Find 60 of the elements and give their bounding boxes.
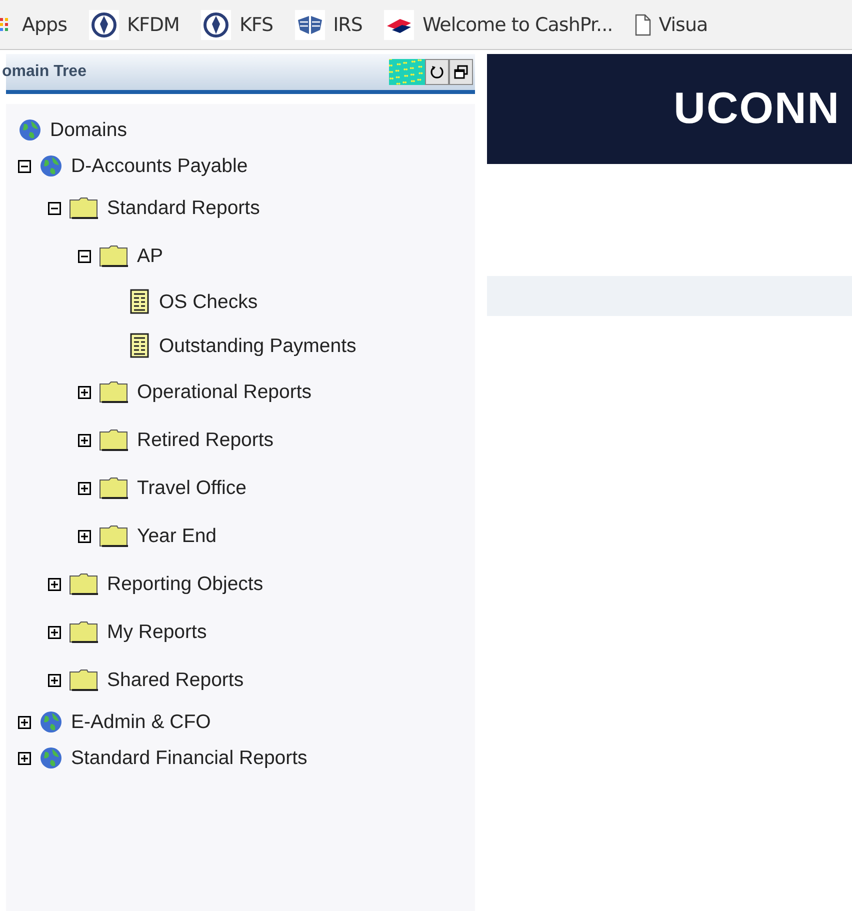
bookmark-link[interactable]: Welcome to CashPr... <box>384 10 613 40</box>
expand-icon[interactable] <box>48 626 61 638</box>
globe-icon <box>39 154 63 178</box>
tree-item[interactable]: Standard Financial Reports <box>71 746 308 770</box>
tree-item[interactable]: Travel Office <box>137 476 246 500</box>
tree-item[interactable]: Domains <box>50 118 127 142</box>
seal-icon <box>89 10 120 40</box>
expand-icon[interactable] <box>78 434 91 446</box>
bookmark-link[interactable]: Visua <box>634 14 708 36</box>
page-icon <box>634 14 651 36</box>
tree-item[interactable]: Retired Reports <box>137 428 274 452</box>
expand-icon[interactable] <box>18 752 31 764</box>
expand-icon[interactable] <box>78 386 91 398</box>
tree-item[interactable]: Operational Reports <box>137 380 312 404</box>
expand-icon[interactable] <box>78 530 91 542</box>
bookmark-link[interactable]: IRS <box>295 10 362 40</box>
expand-icon[interactable] <box>48 674 61 686</box>
report-icon <box>129 333 151 359</box>
bookmark-link[interactable]: Apps <box>0 14 68 36</box>
expand-icon[interactable] <box>48 578 61 590</box>
tree-item[interactable]: AP <box>137 244 164 268</box>
restore-icon <box>454 65 468 79</box>
tree-item[interactable]: Year End <box>137 524 217 548</box>
tree-item[interactable]: Outstanding Payments <box>159 334 356 358</box>
collapse-icon[interactable] <box>78 250 91 262</box>
restore-window-button[interactable] <box>449 59 473 85</box>
tree-item[interactable]: Standard Reports <box>107 196 260 220</box>
bookmark-link[interactable]: KFS <box>201 10 274 40</box>
globe-icon <box>39 710 63 734</box>
folder-icon <box>99 244 129 268</box>
eagle-emblem-icon <box>295 10 326 40</box>
tree-item[interactable]: Reporting Objects <box>107 572 264 596</box>
collapse-icon[interactable] <box>48 202 61 214</box>
report-icon <box>129 289 151 315</box>
collapse-icon[interactable] <box>18 160 31 172</box>
folder-icon <box>99 428 129 452</box>
folder-icon <box>99 524 129 548</box>
expand-icon[interactable] <box>18 716 31 728</box>
panel-title: omain Tree <box>2 63 86 81</box>
logo-text: UCONN <box>674 84 840 134</box>
refresh-button[interactable] <box>425 59 449 85</box>
folder-icon <box>69 620 99 644</box>
folder-icon <box>69 572 99 596</box>
tree-item[interactable]: OS Checks <box>159 290 258 314</box>
texture-icon <box>389 59 425 85</box>
folder-icon <box>99 380 129 404</box>
globe-icon <box>18 118 42 142</box>
folder-icon <box>69 196 99 220</box>
tree-item[interactable]: E-Admin & CFO <box>71 710 211 734</box>
expand-icon[interactable] <box>78 482 91 494</box>
globe-icon <box>39 746 63 770</box>
folder-icon <box>99 476 129 500</box>
refresh-icon <box>430 65 444 79</box>
tree-item[interactable]: D-Accounts Payable <box>71 154 248 178</box>
tree-item[interactable]: Shared Reports <box>107 668 244 692</box>
bookmark-link[interactable]: KFDM <box>89 10 180 40</box>
folder-icon <box>69 668 99 692</box>
seal-icon <box>201 10 232 40</box>
flag-logo-icon <box>384 10 414 40</box>
tree-item[interactable]: My Reports <box>107 620 207 644</box>
